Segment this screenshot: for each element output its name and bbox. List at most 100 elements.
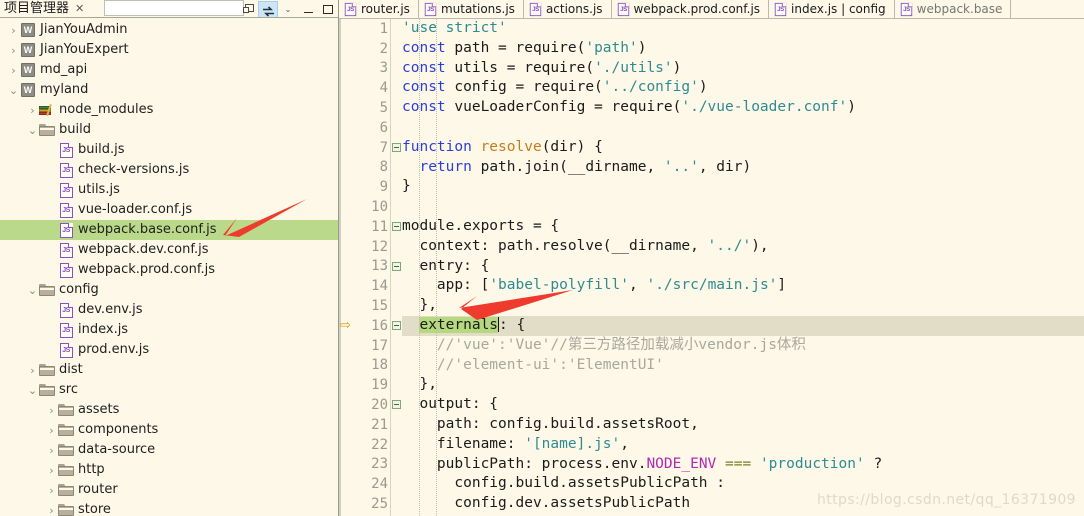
tree-row[interactable]: ·JS webpack.base.conf.js (0, 220, 338, 240)
editor-tab[interactable]: JS webpack.base (894, 0, 1012, 18)
tree-row-label: build (59, 122, 91, 137)
code-line[interactable]: module.exports = { (402, 217, 1084, 237)
line-number: 12 (371, 238, 388, 255)
view-menu-button[interactable]: ⌄ (278, 1, 298, 18)
gutter-line: 4 (339, 78, 390, 98)
tree-row[interactable]: › W JianYouAdmin (0, 20, 338, 40)
tree-row[interactable]: › dist (0, 360, 338, 380)
editor-tab[interactable]: JS index.js | config (769, 0, 895, 18)
chevron-right-icon[interactable]: › (8, 60, 19, 80)
project-tree[interactable]: › W JianYouAdmin › W JianYouExpert › Wmd_api ⌄ Wm… (0, 18, 338, 516)
code-line[interactable]: }, (402, 375, 1084, 395)
chevron-right-icon[interactable]: › (46, 460, 57, 480)
tree-row[interactable]: › node_modules (0, 100, 338, 120)
tree-row[interactable]: ·JS build.js (0, 140, 338, 160)
watermark-text: https://blog.csdn.net/qq_16371909 (817, 492, 1076, 508)
js-file-icon: JS (617, 2, 629, 16)
chevron-right-icon[interactable]: › (27, 360, 38, 380)
chevron-right-icon[interactable]: › (8, 40, 19, 60)
tree-row[interactable]: ⌄ build (0, 120, 338, 140)
twisty-placeholder: · (46, 340, 57, 360)
chevron-right-icon[interactable]: › (8, 20, 19, 40)
code-line[interactable] (402, 197, 1084, 217)
tree-row[interactable]: ·JS utils.js (0, 180, 338, 200)
minimize-button[interactable] (298, 1, 318, 18)
maximize-button[interactable] (318, 1, 338, 18)
collapse-all-button[interactable] (238, 1, 258, 18)
chevron-right-icon[interactable]: › (46, 440, 57, 460)
chevron-right-icon[interactable]: › (46, 400, 57, 420)
chevron-down-icon[interactable]: ⌄ (27, 280, 38, 300)
code-line[interactable]: filename: '[name].js', (402, 435, 1084, 455)
code-line[interactable]: function resolve(dir) { (402, 138, 1084, 158)
code-line[interactable]: } (402, 177, 1084, 197)
editor-tab[interactable]: JS actions.js (523, 0, 612, 18)
code-line[interactable]: return path.join(__dirname, '..', dir) (402, 158, 1084, 178)
tree-row[interactable]: ⌄ Wmyland (0, 80, 338, 100)
tree-row[interactable]: ·JS prod.env.js (0, 340, 338, 360)
chevron-right-icon[interactable]: › (46, 500, 57, 516)
code-line[interactable]: //'vue':'Vue'//第三方路径加载减小vendor.js体积 (402, 336, 1084, 356)
tree-row[interactable]: ⌄ src (0, 380, 338, 400)
editor-gutter[interactable]: 1 2 3 4 5 6 7 8 9 10 11 12 13 14 15 ⇨ 16 17 18 19 20 21 22 23 24… (339, 19, 401, 516)
code-line[interactable]: output: { (402, 395, 1084, 415)
tree-row-label: assets (78, 402, 120, 417)
code-line[interactable]: externals: { (402, 315, 1084, 336)
code-line[interactable]: }, (402, 296, 1084, 316)
tree-row[interactable]: › W JianYouExpert (0, 40, 338, 60)
tree-row[interactable]: ·JS dev.env.js (0, 300, 338, 320)
editor-tab[interactable]: JS webpack.prod.conf.js (611, 0, 770, 18)
tree-row[interactable]: › Wmd_api (0, 60, 338, 80)
tree-row[interactable]: ·JS webpack.prod.conf.js (0, 260, 338, 280)
chevron-down-icon[interactable]: ⌄ (8, 80, 19, 100)
project-icon: W (19, 40, 37, 60)
tree-row[interactable]: ·JS check-versions.js (0, 160, 338, 180)
folder-glyph (58, 463, 74, 477)
folder-glyph (58, 423, 74, 437)
editor-tab[interactable]: JS router.js (339, 0, 419, 18)
chevron-down-icon[interactable]: ⌄ (27, 380, 38, 400)
line-number: 10 (371, 199, 388, 216)
code-line[interactable]: const vueLoaderConfig = require('./vue-l… (402, 98, 1084, 118)
chevron-right-icon[interactable]: › (27, 100, 38, 120)
chevron-right-icon[interactable]: › (46, 420, 57, 440)
code-text[interactable]: 'use strict' const path = require('path')… (391, 19, 1084, 516)
tree-row[interactable]: › data-source (0, 440, 338, 460)
code-area[interactable]: 1 2 3 4 5 6 7 8 9 10 11 12 13 14 15 ⇨ 16 17 18 19 20 21 22 23 24… (339, 19, 1084, 516)
link-with-editor-button[interactable] (258, 0, 278, 18)
js-file-icon: JS (424, 2, 437, 16)
code-line[interactable]: entry: { (402, 257, 1084, 277)
code-line[interactable] (402, 118, 1084, 138)
code-line[interactable]: const utils = require('./utils') (402, 59, 1084, 79)
tree-row[interactable]: › router (0, 480, 338, 500)
editor-tab[interactable]: JS mutations.js (418, 0, 524, 18)
indent-guide (436, 19, 437, 516)
code-line[interactable]: app: ['babel-polyfill', './src/main.js'] (402, 276, 1084, 296)
code-line[interactable]: 'use strict' (402, 19, 1084, 39)
code-line[interactable]: const config = require('../config') (402, 78, 1084, 98)
tree-row[interactable]: › http (0, 460, 338, 480)
code-line[interactable]: //'element-ui':'ElementUI' (402, 356, 1084, 376)
code-line[interactable]: context: path.resolve(__dirname, '../'), (402, 237, 1084, 257)
code-line[interactable]: publicPath: process.env.NODE_ENV === 'pr… (402, 455, 1084, 475)
tree-row[interactable]: ·JS index.js (0, 320, 338, 340)
line-number: 9 (379, 179, 388, 196)
folder-glyph (39, 123, 55, 137)
tree-row[interactable]: ·JS vue-loader.conf.js (0, 200, 338, 220)
chevron-right-icon[interactable]: › (46, 480, 57, 500)
tree-row-label: utils.js (78, 182, 120, 197)
tree-row[interactable]: › assets (0, 400, 338, 420)
code-line[interactable]: path: config.build.assetsRoot, (402, 415, 1084, 435)
search-input[interactable] (104, 0, 244, 16)
chevron-down-icon[interactable]: ⌄ (27, 120, 38, 140)
tree-row[interactable]: ⌄ config (0, 280, 338, 300)
editor-tabbar[interactable]: JS router.js JS mutations.js JS actions.js JS w… (339, 0, 1084, 19)
line-number: 4 (379, 80, 388, 97)
tree-row[interactable]: › store (0, 500, 338, 516)
code-line[interactable]: const path = require('path') (402, 39, 1084, 59)
tree-row[interactable]: ·JS webpack.dev.conf.js (0, 240, 338, 260)
tree-row[interactable]: › components (0, 420, 338, 440)
line-number: 11 (371, 218, 388, 235)
close-icon[interactable]: ✕ (75, 0, 84, 18)
folder-glyph (58, 483, 74, 497)
